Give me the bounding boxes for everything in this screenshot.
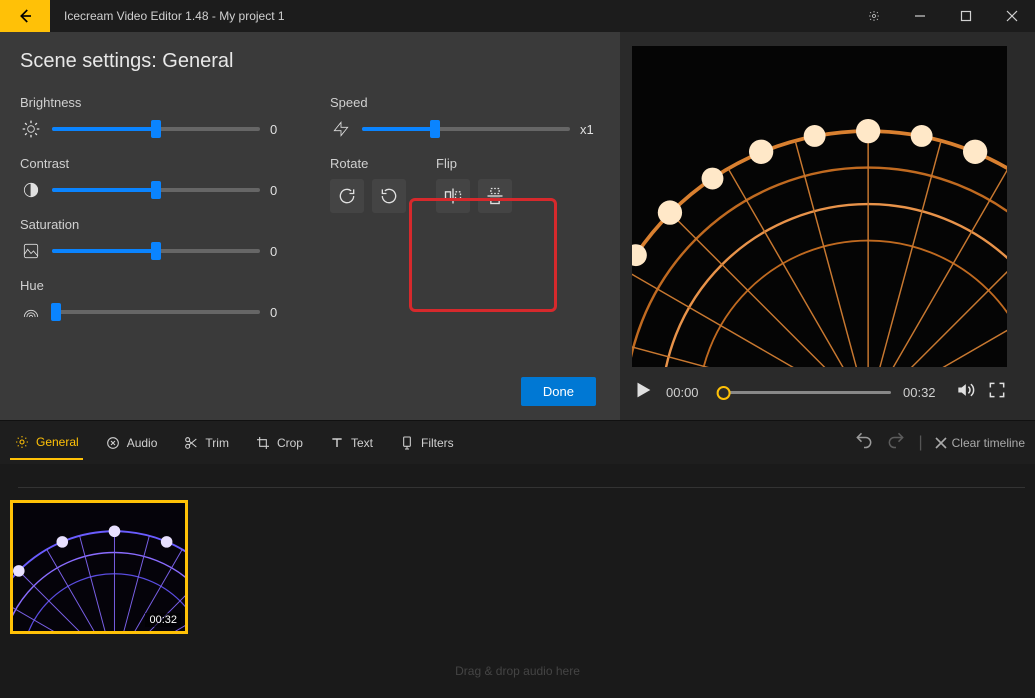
rotate-ccw-button[interactable] (372, 179, 406, 213)
saturation-value: 0 (270, 244, 290, 259)
tab-audio[interactable]: Audio (101, 427, 162, 459)
preview-panel: 00:00 00:32 (620, 32, 1035, 420)
flip-label: Flip (436, 156, 512, 171)
hue-control: Hue 0 (20, 278, 290, 323)
hue-value: 0 (270, 305, 290, 320)
saturation-icon (20, 240, 42, 262)
hue-slider[interactable] (52, 310, 260, 314)
speed-slider[interactable] (362, 127, 570, 131)
clear-timeline-button[interactable]: Clear timeline (935, 436, 1025, 450)
saturation-slider[interactable] (52, 249, 260, 253)
timeline[interactable]: 00:32 Drag & drop audio here (0, 464, 1035, 698)
back-button[interactable] (0, 0, 50, 32)
fullscreen-button[interactable] (987, 380, 1007, 405)
tab-general[interactable]: General (10, 426, 83, 460)
done-button[interactable]: Done (521, 377, 596, 406)
flip-group: Flip (436, 156, 512, 213)
redo-button[interactable] (886, 430, 906, 455)
minimize-button[interactable] (897, 0, 943, 32)
speed-value: x1 (580, 122, 600, 137)
titlebar: Icecream Video Editor 1.48 - My project … (0, 0, 1035, 32)
brightness-label: Brightness (20, 95, 290, 110)
tab-filters[interactable]: Filters (395, 427, 458, 459)
brightness-icon (20, 118, 42, 140)
rotate-group: Rotate (330, 156, 406, 213)
time-total: 00:32 (903, 385, 943, 400)
saturation-control: Saturation 0 (20, 217, 290, 262)
contrast-slider[interactable] (52, 188, 260, 192)
brightness-value: 0 (270, 122, 290, 137)
volume-button[interactable] (955, 380, 975, 405)
play-button[interactable] (632, 379, 654, 406)
app-title: Icecream Video Editor 1.48 - My project … (64, 9, 285, 23)
flip-vertical-button[interactable] (478, 179, 512, 213)
flip-horizontal-button[interactable] (436, 179, 470, 213)
saturation-label: Saturation (20, 217, 290, 232)
contrast-value: 0 (270, 183, 290, 198)
tab-trim[interactable]: Trim (179, 427, 233, 459)
rotate-label: Rotate (330, 156, 406, 171)
settings-panel: Scene settings: General Brightness 0 Con… (0, 32, 620, 420)
contrast-label: Contrast (20, 156, 290, 171)
brightness-control: Brightness 0 (20, 95, 290, 140)
speed-icon (330, 118, 352, 140)
timeline-clip[interactable]: 00:32 (10, 500, 188, 634)
clip-duration: 00:32 (145, 613, 181, 627)
time-current: 00:00 (666, 385, 706, 400)
maximize-button[interactable] (943, 0, 989, 32)
brightness-slider[interactable] (52, 127, 260, 131)
hue-label: Hue (20, 278, 290, 293)
panel-title: Scene settings: General (20, 50, 600, 73)
speed-control: Speed x1 (330, 95, 600, 140)
settings-button[interactable] (851, 0, 897, 32)
hue-icon (20, 301, 42, 323)
speed-label: Speed (330, 95, 600, 110)
contrast-icon (20, 179, 42, 201)
undo-button[interactable] (854, 430, 874, 455)
audio-drop-hint: Drag & drop audio here (455, 664, 580, 678)
tab-crop[interactable]: Crop (251, 427, 307, 459)
contrast-control: Contrast 0 (20, 156, 290, 201)
timeline-ruler[interactable] (18, 474, 1025, 488)
rotate-cw-button[interactable] (330, 179, 364, 213)
tab-bar: General Audio Trim Crop Text Filters | C… (0, 420, 1035, 464)
close-button[interactable] (989, 0, 1035, 32)
preview-image (632, 46, 1007, 367)
progress-bar[interactable] (718, 391, 891, 394)
tab-text[interactable]: Text (325, 427, 377, 459)
